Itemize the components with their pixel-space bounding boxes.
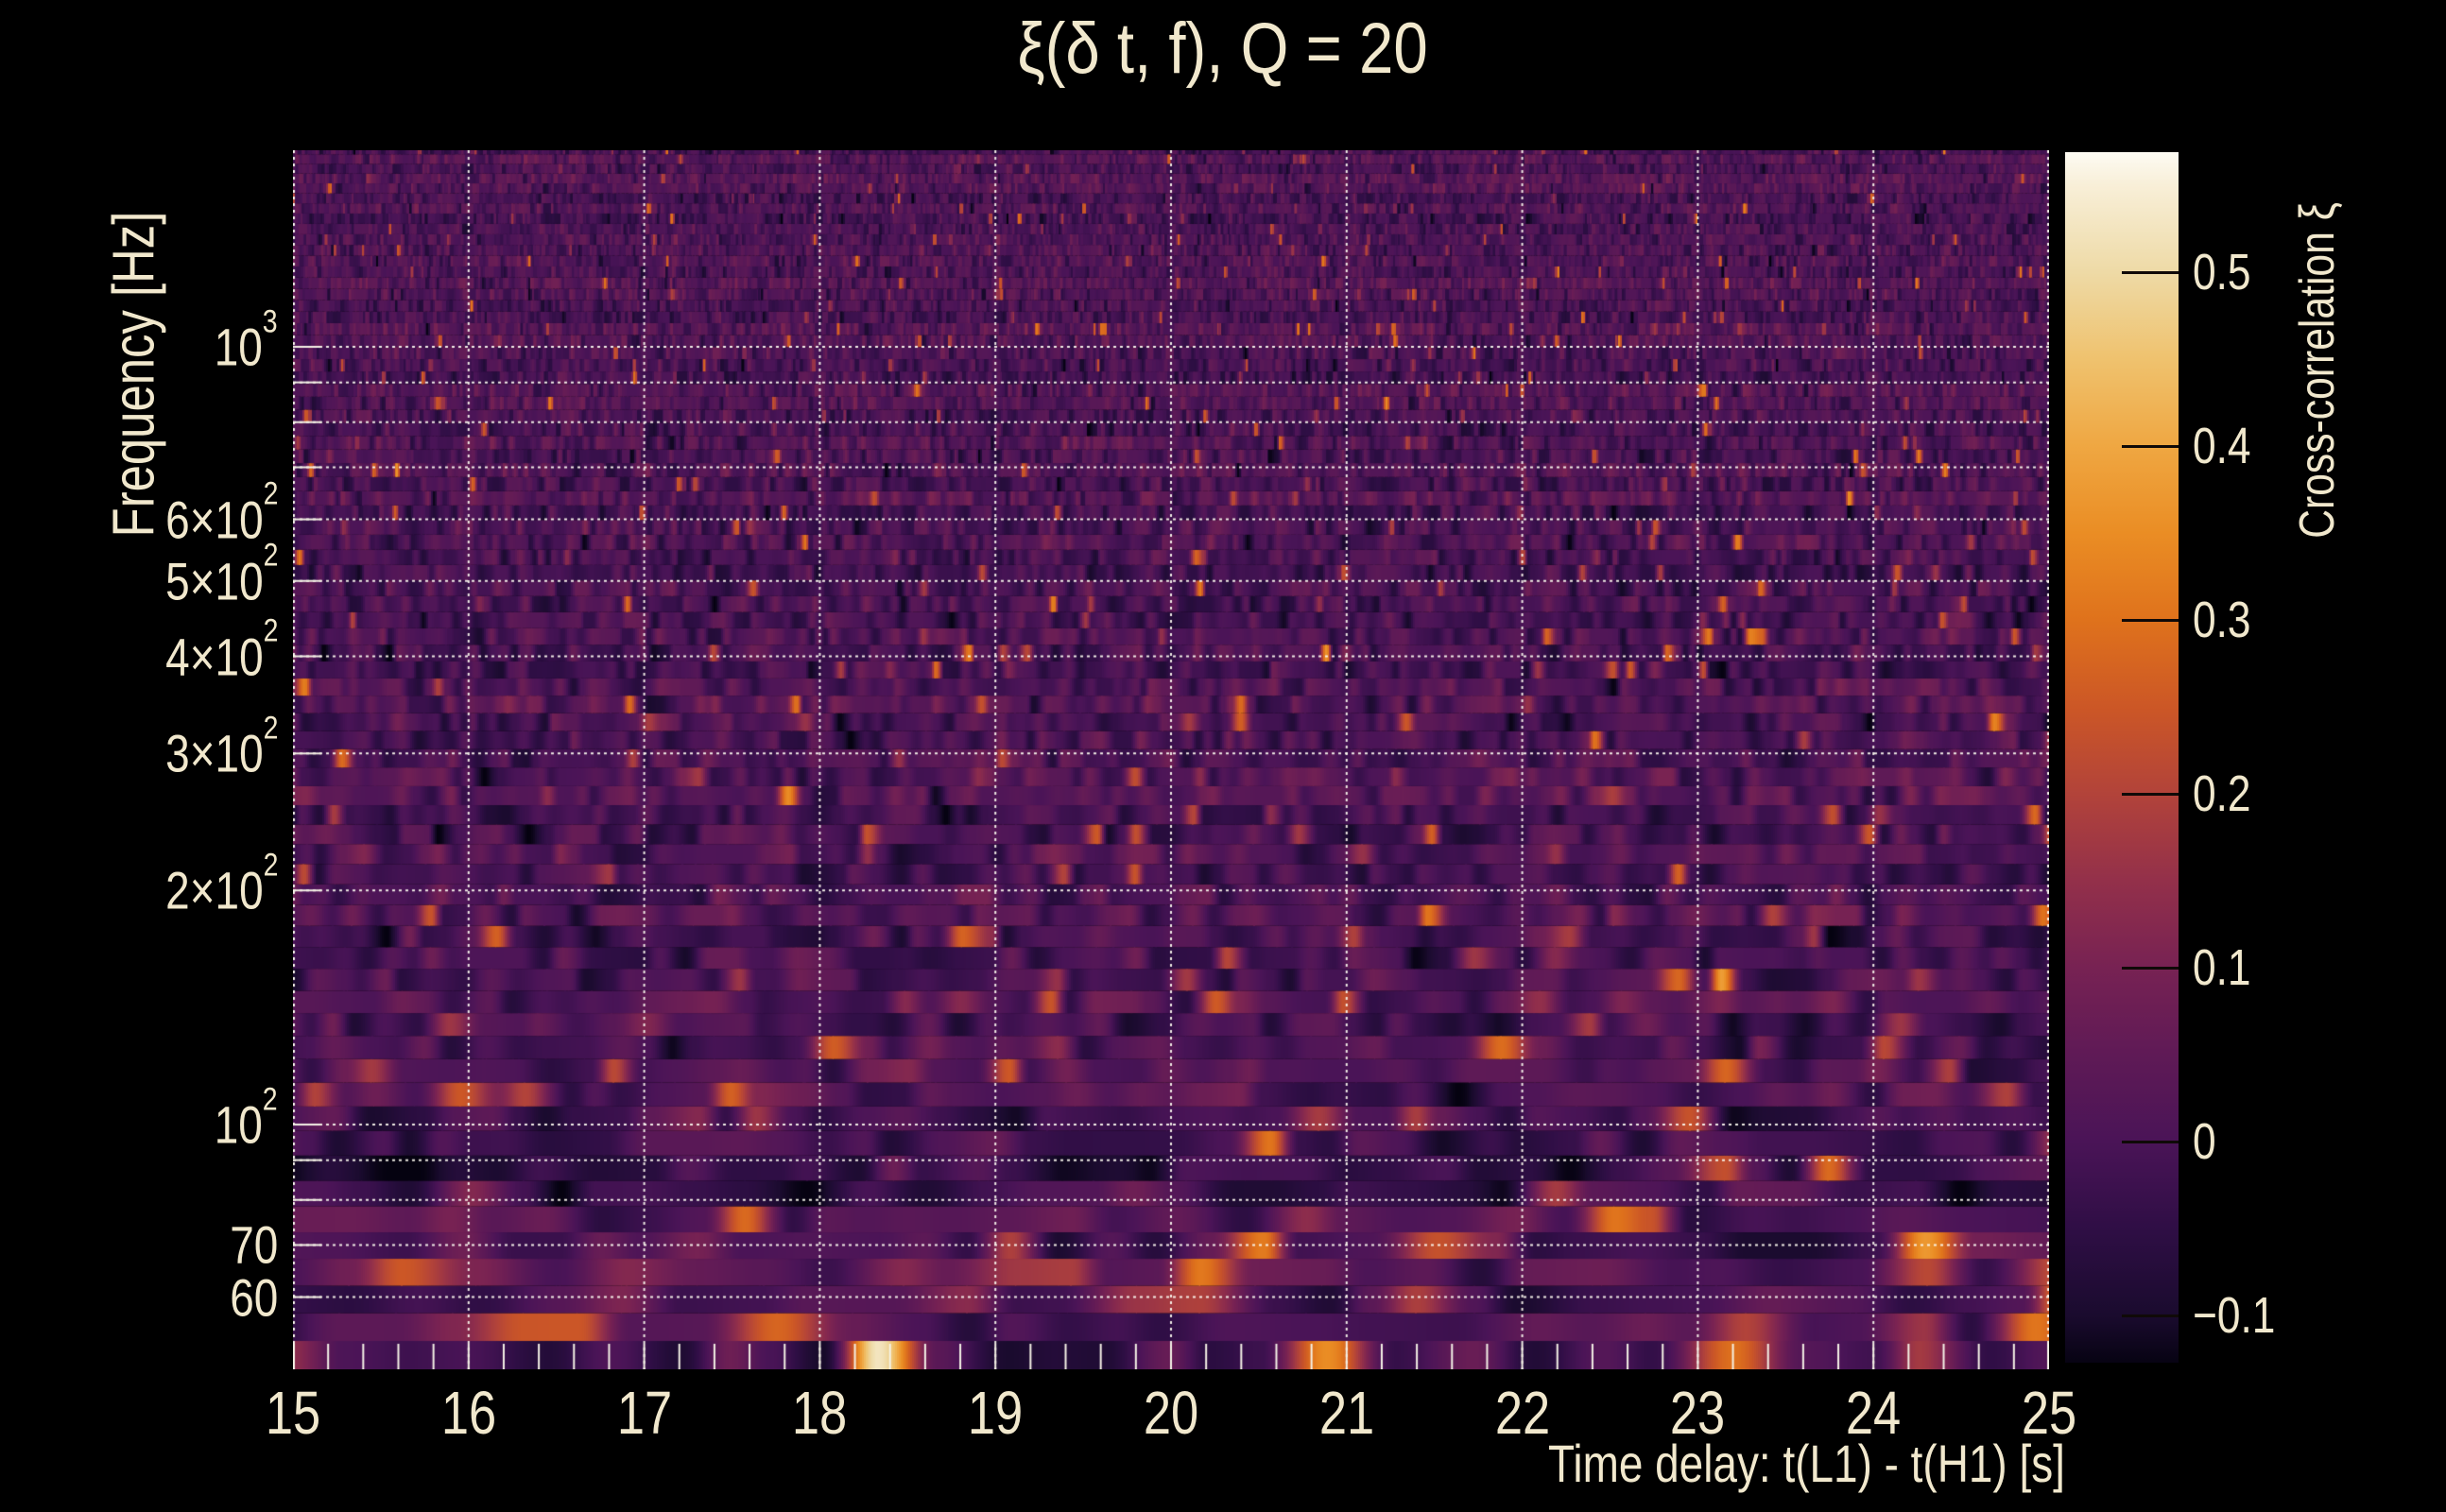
- x-axis-title-text: Time delay: t(L1) - t(H1) [s]: [1548, 1434, 2065, 1493]
- colorbar-tickmark-0.4: [2122, 445, 2179, 448]
- y-tick-label-500: 5×102: [164, 537, 278, 611]
- x-tick-label-15: 15: [265, 1379, 321, 1447]
- colorbar-title: Cross-correlation ξ: [2289, 165, 2346, 576]
- colorbar-tick-label-0.2: 0.2: [2193, 765, 2251, 822]
- colorbar-tick-label-0.4: 0.4: [2193, 418, 2251, 474]
- y-tick-label-200: 2×102: [164, 847, 278, 920]
- y-tick-label-1000: 103: [215, 303, 278, 377]
- y-tick-label-100: 102: [215, 1081, 278, 1155]
- colorbar-tickmark-0.5: [2122, 271, 2179, 274]
- chart-title: ξ(δ t, f), Q = 20: [0, 8, 2446, 90]
- x-tick-label-23: 23: [1670, 1379, 1726, 1447]
- colorbar-tickmark-0: [2122, 1141, 2179, 1143]
- colorbar-tick-label-0.1: 0.1: [2193, 939, 2251, 996]
- chart-title-text: ξ(δ t, f), Q = 20: [1017, 9, 1429, 89]
- x-tick-label-17: 17: [616, 1379, 672, 1447]
- y-tick-label-60: 60: [229, 1267, 278, 1328]
- colorbar-tickmark-0.2: [2122, 793, 2179, 796]
- x-tick-label-20: 20: [1143, 1379, 1199, 1447]
- heatmap-canvas: [293, 150, 2049, 1369]
- x-tick-label-16: 16: [440, 1379, 496, 1447]
- colorbar-title-text: Cross-correlation ξ: [2290, 202, 2345, 539]
- y-tick-label-600: 6×102: [164, 475, 278, 550]
- x-tick-label-25: 25: [2021, 1379, 2077, 1447]
- x-tick-label-21: 21: [1318, 1379, 1374, 1447]
- colorbar-tickmark-0.3: [2122, 619, 2179, 622]
- colorbar-tick-label-0.5: 0.5: [2193, 244, 2251, 301]
- x-tick-label-19: 19: [968, 1379, 1024, 1447]
- x-tick-label-24: 24: [1846, 1379, 1902, 1447]
- colorbar-tick-label-0.3: 0.3: [2193, 592, 2251, 648]
- x-tick-label-22: 22: [1494, 1379, 1550, 1447]
- y-tick-label-400: 4×102: [164, 612, 278, 686]
- x-tick-label-18: 18: [792, 1379, 848, 1447]
- y-tick-label-300: 3×102: [164, 710, 278, 783]
- colorbar-tickmark-0.1: [2122, 967, 2179, 970]
- colorbar-tick-label-0: 0: [2193, 1113, 2216, 1170]
- figure-root: ξ(δ t, f), Q = 20 Frequency [Hz] Time de…: [0, 0, 2446, 1512]
- colorbar-gradient: [2065, 152, 2179, 1363]
- colorbar-tick-label-−0.1: −0.1: [2193, 1287, 2276, 1344]
- colorbar-tickmark-−0.1: [2122, 1314, 2179, 1317]
